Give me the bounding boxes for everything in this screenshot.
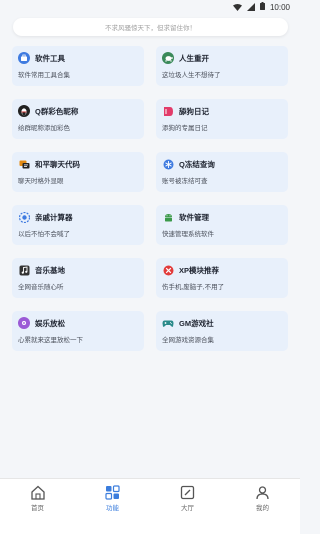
tab-features[interactable]: 功能 [83, 483, 143, 512]
card-subtitle: 以后不怕不会喊了 [18, 231, 70, 238]
search-placeholder: 不求风骚惊天下，但求留住你！ [105, 25, 196, 32]
feature-grid: 软件工具 软件常用工具合集 人生重开 这垃圾人生不想待了 Q群彩色昵称 给群昵称… [12, 46, 288, 351]
card-subtitle: 快速管理系统软件 [162, 231, 214, 238]
card-peace-chat-code[interactable]: 和平聊天代码 聊天时格外显眼 [12, 152, 144, 192]
card-subtitle: 给群昵称添加彩色 [18, 125, 70, 132]
tab-label: 大厅 [181, 505, 194, 512]
signal-icon [246, 3, 255, 11]
card-xp-module[interactable]: XP模块推荐 伤手机,废脑子,不用了 [156, 258, 288, 298]
hall-icon [179, 483, 197, 501]
toolbox-icon [18, 52, 30, 64]
card-title: 亲戚计算器 [35, 212, 73, 222]
card-subtitle: 账号被冻结可查 [162, 178, 208, 185]
profile-icon [254, 483, 272, 501]
card-software-tools[interactable]: 软件工具 软件常用工具合集 [12, 46, 144, 86]
card-software-manage[interactable]: 软件管理 快速管理系统软件 [156, 205, 288, 245]
tab-home[interactable]: 首页 [8, 483, 68, 512]
android-icon [162, 211, 174, 223]
diary-icon [162, 105, 174, 117]
card-title: 娱乐放松 [35, 318, 65, 328]
status-time: 10:00 [269, 2, 290, 12]
card-subtitle: 伤手机,废脑子,不用了 [162, 284, 225, 291]
home-icon [29, 483, 47, 501]
music-icon [18, 264, 30, 276]
turtle-icon [162, 52, 174, 64]
card-title: Q冻结查询 [179, 159, 215, 169]
relax-icon [18, 317, 30, 329]
card-subtitle: 这垃圾人生不想待了 [162, 72, 221, 79]
card-subtitle: 心累就来这里放松一下 [18, 337, 83, 344]
card-relation-calculator[interactable]: 亲戚计算器 以后不怕不会喊了 [12, 205, 144, 245]
gamepad-icon [162, 317, 174, 329]
card-life-restart[interactable]: 人生重开 这垃圾人生不想待了 [156, 46, 288, 86]
card-title: 和平聊天代码 [35, 159, 80, 169]
grid-icon [104, 483, 122, 501]
freeze-icon [162, 158, 174, 170]
chat-code-icon [18, 158, 30, 170]
card-subtitle: 全网音乐随心听 [18, 284, 64, 291]
tab-profile[interactable]: 我的 [233, 483, 293, 512]
bottom-tab-bar: 首页 功能 大厅 我的 [0, 478, 300, 534]
card-subtitle: 聊天时格外显眼 [18, 178, 64, 185]
card-music-base[interactable]: 音乐基地 全网音乐随心听 [12, 258, 144, 298]
card-diary[interactable]: 舔狗日记 添狗的专属日记 [156, 99, 288, 139]
card-title: 人生重开 [179, 53, 209, 63]
wifi-icon [232, 3, 242, 11]
qq-penguin-icon [18, 105, 30, 117]
card-title: 舔狗日记 [179, 106, 209, 116]
card-title: XP模块推荐 [179, 265, 220, 275]
card-subtitle: 软件常用工具合集 [18, 72, 70, 79]
card-qq-freeze-query[interactable]: Q冻结查询 账号被冻结可查 [156, 152, 288, 192]
card-subtitle: 添狗的专属日记 [162, 125, 208, 132]
card-subtitle: 全网游戏资源合集 [162, 337, 214, 344]
tab-label: 我的 [256, 505, 269, 512]
tab-hall[interactable]: 大厅 [158, 483, 218, 512]
search-input[interactable]: 不求风骚惊天下，但求留住你！ [13, 18, 288, 36]
tab-label: 功能 [106, 505, 119, 512]
card-qq-color-nickname[interactable]: Q群彩色昵称 给群昵称添加彩色 [12, 99, 144, 139]
tab-label: 首页 [31, 505, 44, 512]
card-title: 软件工具 [35, 53, 65, 63]
card-title: Q群彩色昵称 [35, 106, 79, 116]
card-title: GM游戏社 [179, 318, 214, 328]
card-title: 音乐基地 [35, 265, 65, 275]
battery-icon [259, 2, 265, 12]
relation-calc-icon [18, 211, 30, 223]
card-gm-game-club[interactable]: GM游戏社 全网游戏资源合集 [156, 311, 288, 351]
card-entertainment[interactable]: 娱乐放松 心累就来这里放松一下 [12, 311, 144, 351]
status-bar: 10:00 [0, 0, 300, 14]
xp-module-icon [162, 264, 174, 276]
card-title: 软件管理 [179, 212, 209, 222]
